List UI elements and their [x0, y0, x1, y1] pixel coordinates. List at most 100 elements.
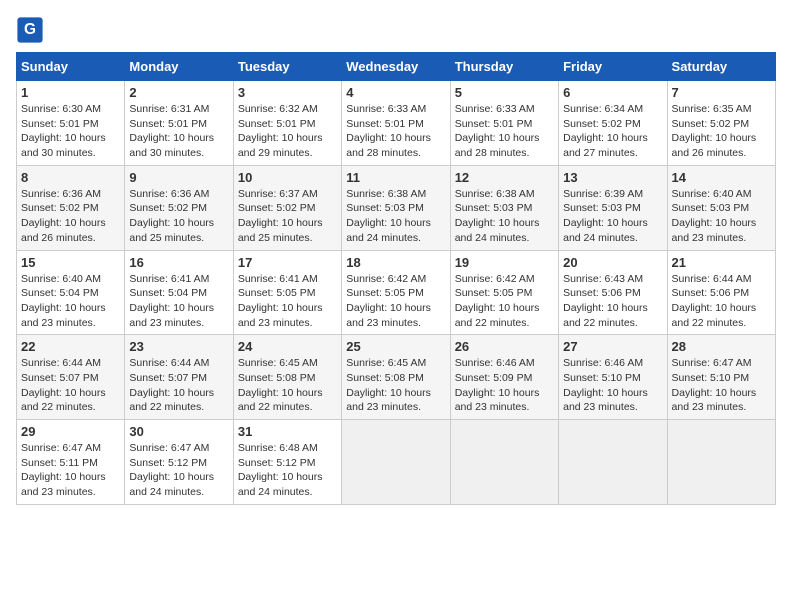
day-info: Sunrise: 6:47 AMSunset: 5:10 PMDaylight:…: [672, 357, 757, 413]
weekday-header: Sunday: [17, 53, 125, 81]
day-info: Sunrise: 6:38 AMSunset: 5:03 PMDaylight:…: [455, 188, 540, 244]
day-number: 17: [238, 255, 337, 270]
logo: G: [16, 16, 48, 44]
day-info: Sunrise: 6:42 AMSunset: 5:05 PMDaylight:…: [455, 273, 540, 329]
day-number: 3: [238, 85, 337, 100]
day-info: Sunrise: 6:36 AMSunset: 5:02 PMDaylight:…: [21, 188, 106, 244]
calendar-cell: 1 Sunrise: 6:30 AMSunset: 5:01 PMDayligh…: [17, 81, 125, 166]
day-info: Sunrise: 6:43 AMSunset: 5:06 PMDaylight:…: [563, 273, 648, 329]
day-number: 16: [129, 255, 228, 270]
calendar-cell: [667, 420, 775, 505]
calendar-cell: 10 Sunrise: 6:37 AMSunset: 5:02 PMDaylig…: [233, 165, 341, 250]
day-number: 28: [672, 339, 771, 354]
day-info: Sunrise: 6:48 AMSunset: 5:12 PMDaylight:…: [238, 442, 323, 498]
calendar-cell: 14 Sunrise: 6:40 AMSunset: 5:03 PMDaylig…: [667, 165, 775, 250]
calendar-week: 15 Sunrise: 6:40 AMSunset: 5:04 PMDaylig…: [17, 250, 776, 335]
day-info: Sunrise: 6:44 AMSunset: 5:07 PMDaylight:…: [129, 357, 214, 413]
calendar-week: 29 Sunrise: 6:47 AMSunset: 5:11 PMDaylig…: [17, 420, 776, 505]
day-number: 29: [21, 424, 120, 439]
weekday-header: Friday: [559, 53, 667, 81]
calendar-cell: 13 Sunrise: 6:39 AMSunset: 5:03 PMDaylig…: [559, 165, 667, 250]
calendar-cell: 23 Sunrise: 6:44 AMSunset: 5:07 PMDaylig…: [125, 335, 233, 420]
day-info: Sunrise: 6:47 AMSunset: 5:12 PMDaylight:…: [129, 442, 214, 498]
calendar-cell: 2 Sunrise: 6:31 AMSunset: 5:01 PMDayligh…: [125, 81, 233, 166]
day-info: Sunrise: 6:38 AMSunset: 5:03 PMDaylight:…: [346, 188, 431, 244]
calendar-cell: [342, 420, 450, 505]
calendar-cell: 4 Sunrise: 6:33 AMSunset: 5:01 PMDayligh…: [342, 81, 450, 166]
svg-text:G: G: [24, 21, 36, 38]
calendar-cell: 22 Sunrise: 6:44 AMSunset: 5:07 PMDaylig…: [17, 335, 125, 420]
logo-icon: G: [16, 16, 44, 44]
day-number: 11: [346, 170, 445, 185]
calendar-table: SundayMondayTuesdayWednesdayThursdayFrid…: [16, 52, 776, 505]
day-info: Sunrise: 6:42 AMSunset: 5:05 PMDaylight:…: [346, 273, 431, 329]
calendar-cell: 16 Sunrise: 6:41 AMSunset: 5:04 PMDaylig…: [125, 250, 233, 335]
day-number: 22: [21, 339, 120, 354]
day-info: Sunrise: 6:36 AMSunset: 5:02 PMDaylight:…: [129, 188, 214, 244]
calendar-cell: 19 Sunrise: 6:42 AMSunset: 5:05 PMDaylig…: [450, 250, 558, 335]
day-info: Sunrise: 6:35 AMSunset: 5:02 PMDaylight:…: [672, 103, 757, 159]
calendar-cell: 31 Sunrise: 6:48 AMSunset: 5:12 PMDaylig…: [233, 420, 341, 505]
calendar-cell: 18 Sunrise: 6:42 AMSunset: 5:05 PMDaylig…: [342, 250, 450, 335]
day-info: Sunrise: 6:40 AMSunset: 5:04 PMDaylight:…: [21, 273, 106, 329]
day-info: Sunrise: 6:34 AMSunset: 5:02 PMDaylight:…: [563, 103, 648, 159]
day-number: 18: [346, 255, 445, 270]
day-info: Sunrise: 6:44 AMSunset: 5:07 PMDaylight:…: [21, 357, 106, 413]
day-number: 12: [455, 170, 554, 185]
calendar-cell: 21 Sunrise: 6:44 AMSunset: 5:06 PMDaylig…: [667, 250, 775, 335]
day-number: 9: [129, 170, 228, 185]
calendar-week: 8 Sunrise: 6:36 AMSunset: 5:02 PMDayligh…: [17, 165, 776, 250]
calendar-cell: 6 Sunrise: 6:34 AMSunset: 5:02 PMDayligh…: [559, 81, 667, 166]
day-info: Sunrise: 6:40 AMSunset: 5:03 PMDaylight:…: [672, 188, 757, 244]
day-number: 6: [563, 85, 662, 100]
calendar-header: SundayMondayTuesdayWednesdayThursdayFrid…: [17, 53, 776, 81]
calendar-cell: 24 Sunrise: 6:45 AMSunset: 5:08 PMDaylig…: [233, 335, 341, 420]
day-number: 23: [129, 339, 228, 354]
calendar-cell: [559, 420, 667, 505]
day-info: Sunrise: 6:32 AMSunset: 5:01 PMDaylight:…: [238, 103, 323, 159]
calendar-week: 22 Sunrise: 6:44 AMSunset: 5:07 PMDaylig…: [17, 335, 776, 420]
day-info: Sunrise: 6:45 AMSunset: 5:08 PMDaylight:…: [346, 357, 431, 413]
calendar-cell: 5 Sunrise: 6:33 AMSunset: 5:01 PMDayligh…: [450, 81, 558, 166]
day-number: 19: [455, 255, 554, 270]
calendar-cell: 28 Sunrise: 6:47 AMSunset: 5:10 PMDaylig…: [667, 335, 775, 420]
day-number: 31: [238, 424, 337, 439]
weekday-header: Saturday: [667, 53, 775, 81]
page-header: G: [16, 16, 776, 44]
calendar-cell: 9 Sunrise: 6:36 AMSunset: 5:02 PMDayligh…: [125, 165, 233, 250]
calendar-cell: 3 Sunrise: 6:32 AMSunset: 5:01 PMDayligh…: [233, 81, 341, 166]
calendar-cell: 25 Sunrise: 6:45 AMSunset: 5:08 PMDaylig…: [342, 335, 450, 420]
calendar-cell: 29 Sunrise: 6:47 AMSunset: 5:11 PMDaylig…: [17, 420, 125, 505]
day-info: Sunrise: 6:33 AMSunset: 5:01 PMDaylight:…: [346, 103, 431, 159]
calendar-cell: 8 Sunrise: 6:36 AMSunset: 5:02 PMDayligh…: [17, 165, 125, 250]
day-info: Sunrise: 6:31 AMSunset: 5:01 PMDaylight:…: [129, 103, 214, 159]
calendar-week: 1 Sunrise: 6:30 AMSunset: 5:01 PMDayligh…: [17, 81, 776, 166]
day-number: 5: [455, 85, 554, 100]
calendar-cell: 17 Sunrise: 6:41 AMSunset: 5:05 PMDaylig…: [233, 250, 341, 335]
day-number: 13: [563, 170, 662, 185]
calendar-cell: 7 Sunrise: 6:35 AMSunset: 5:02 PMDayligh…: [667, 81, 775, 166]
calendar-cell: 30 Sunrise: 6:47 AMSunset: 5:12 PMDaylig…: [125, 420, 233, 505]
day-number: 21: [672, 255, 771, 270]
calendar-cell: 26 Sunrise: 6:46 AMSunset: 5:09 PMDaylig…: [450, 335, 558, 420]
day-info: Sunrise: 6:41 AMSunset: 5:05 PMDaylight:…: [238, 273, 323, 329]
day-info: Sunrise: 6:33 AMSunset: 5:01 PMDaylight:…: [455, 103, 540, 159]
day-number: 2: [129, 85, 228, 100]
calendar-cell: [450, 420, 558, 505]
day-number: 27: [563, 339, 662, 354]
day-number: 7: [672, 85, 771, 100]
day-number: 30: [129, 424, 228, 439]
day-number: 14: [672, 170, 771, 185]
day-info: Sunrise: 6:41 AMSunset: 5:04 PMDaylight:…: [129, 273, 214, 329]
day-number: 25: [346, 339, 445, 354]
day-number: 8: [21, 170, 120, 185]
calendar-cell: 12 Sunrise: 6:38 AMSunset: 5:03 PMDaylig…: [450, 165, 558, 250]
calendar-cell: 11 Sunrise: 6:38 AMSunset: 5:03 PMDaylig…: [342, 165, 450, 250]
weekday-header: Wednesday: [342, 53, 450, 81]
day-info: Sunrise: 6:46 AMSunset: 5:09 PMDaylight:…: [455, 357, 540, 413]
day-number: 20: [563, 255, 662, 270]
day-info: Sunrise: 6:37 AMSunset: 5:02 PMDaylight:…: [238, 188, 323, 244]
day-number: 10: [238, 170, 337, 185]
day-info: Sunrise: 6:45 AMSunset: 5:08 PMDaylight:…: [238, 357, 323, 413]
calendar-cell: 20 Sunrise: 6:43 AMSunset: 5:06 PMDaylig…: [559, 250, 667, 335]
